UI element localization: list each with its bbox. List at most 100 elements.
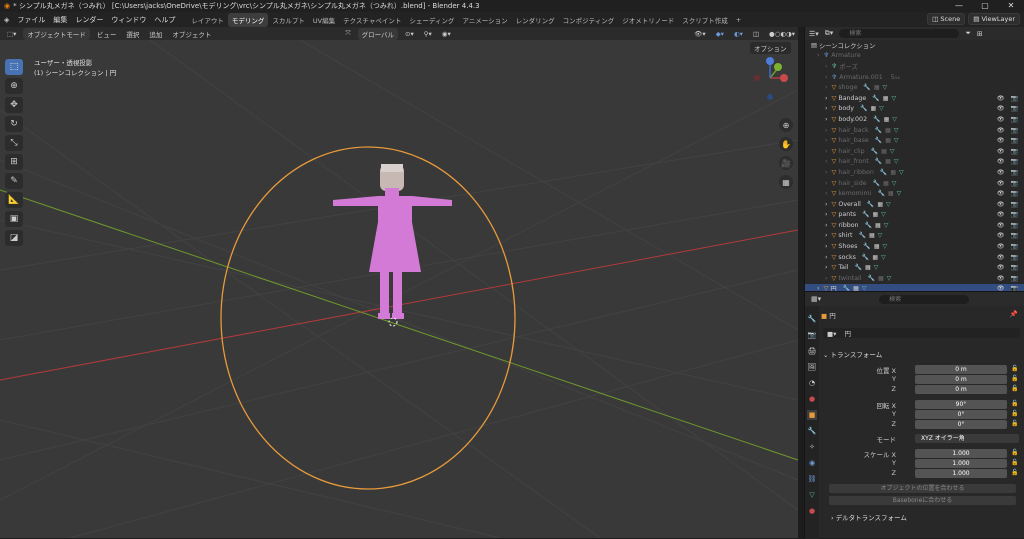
menu-select[interactable]: 選択: [123, 29, 142, 39]
scene-tab-icon[interactable]: ◔: [807, 378, 817, 388]
camera-render-icon[interactable]: 📷: [1011, 116, 1018, 123]
camera-render-icon[interactable]: 📷: [1011, 148, 1018, 155]
tool-tab-icon[interactable]: 🔧: [807, 314, 817, 324]
annotate-icon[interactable]: ✎: [5, 173, 23, 189]
orientation-dropdown[interactable]: グローバル: [357, 27, 399, 40]
outliner-row[interactable]: › ▽ Overall 🔧 ▦ ▽ 👁 📷: [805, 199, 1024, 210]
eye-icon[interactable]: 👁: [997, 105, 1005, 112]
lock-icon[interactable]: 🔓: [1011, 420, 1018, 427]
outliner-row[interactable]: › ▽ hair_ribbon 🔧 ▦ ▽ 👁 📷: [805, 167, 1024, 178]
outliner-row[interactable]: › ▽ hair_clip 🔧 ▦ ▽ 👁 📷: [805, 146, 1024, 157]
outliner-row[interactable]: › ♆ Armature.001 5₁₄: [805, 72, 1024, 83]
camera-icon[interactable]: 🎥: [779, 156, 793, 170]
add-workspace-button[interactable]: +: [732, 14, 745, 26]
menu-help[interactable]: ヘルプ: [150, 15, 179, 25]
camera-render-icon[interactable]: 📷: [1011, 211, 1018, 218]
tab-geometry-nodes[interactable]: ジオメトリノード: [618, 13, 678, 27]
tab-layout[interactable]: レイアウト: [187, 13, 228, 27]
particles-tab-icon[interactable]: ✧: [807, 442, 817, 452]
lock-icon[interactable]: 🔓: [1011, 469, 1018, 476]
outliner-row[interactable]: › ▽ socks 🔧 ▦ ▽ 👁 📷: [805, 252, 1024, 263]
expand-chevron-icon[interactable]: ›: [825, 201, 828, 208]
view-layer-tab-icon[interactable]: 🖼: [807, 362, 817, 372]
rotation-y-field[interactable]: 0°: [915, 410, 1007, 419]
expand-chevron-icon[interactable]: ›: [825, 148, 828, 155]
location-x-field[interactable]: 0 m: [915, 365, 1007, 374]
outliner-row[interactable]: › ▽ pants 🔧 ▦ ▽ 👁 📷: [805, 210, 1024, 221]
eye-icon[interactable]: 👁: [997, 95, 1005, 102]
menu-edit[interactable]: 編集: [49, 15, 71, 25]
expand-chevron-icon[interactable]: ›: [825, 190, 828, 197]
transform-header[interactable]: ⌄ トランスフォーム: [823, 349, 882, 359]
eye-icon[interactable]: 👁: [997, 201, 1005, 208]
expand-chevron-icon[interactable]: ›: [825, 169, 828, 176]
scale-icon[interactable]: ⤡: [5, 135, 23, 151]
blender-menu-icon[interactable]: ◈: [0, 16, 13, 24]
eye-icon[interactable]: 👁: [997, 190, 1005, 197]
camera-render-icon[interactable]: 📷: [1011, 254, 1018, 261]
expand-chevron-icon[interactable]: ›: [825, 63, 828, 70]
expand-chevron-icon[interactable]: ›: [825, 264, 828, 271]
minimize-button[interactable]: —: [946, 0, 972, 12]
rotate-icon[interactable]: ↻: [5, 116, 23, 132]
match-basebone-button[interactable]: Baseboneに合わせる: [829, 496, 1016, 505]
orientation-icon[interactable]: ⤧: [342, 29, 353, 38]
tab-sculpt[interactable]: スカルプト: [268, 13, 309, 27]
expand-chevron-icon[interactable]: ›: [817, 52, 820, 59]
select-box-icon[interactable]: ⬚: [5, 59, 23, 75]
tab-animation[interactable]: アニメーション: [458, 13, 511, 27]
outliner-row[interactable]: › ▽ Bandage 🔧 ▦ ▽ 👁 📷: [805, 93, 1024, 104]
expand-chevron-icon[interactable]: ›: [825, 95, 828, 102]
location-z-field[interactable]: 0 m: [915, 385, 1007, 394]
mode-dropdown[interactable]: オブジェクトモード: [23, 27, 90, 40]
camera-render-icon[interactable]: 📷: [1011, 232, 1018, 239]
rotation-z-field[interactable]: 0°: [915, 420, 1007, 429]
move-icon[interactable]: ✥: [5, 97, 23, 113]
expand-chevron-icon[interactable]: ›: [825, 222, 828, 229]
eye-icon[interactable]: 👁: [997, 127, 1005, 134]
eye-icon[interactable]: 👁: [997, 232, 1005, 239]
tab-modeling[interactable]: モデリング: [227, 12, 269, 27]
camera-render-icon[interactable]: 📷: [1011, 264, 1018, 271]
outliner-row[interactable]: › ▽ hair_side 🔧 ▦ ▽ 👁 📷: [805, 178, 1024, 189]
outliner-row[interactable]: › ▽ shirt 🔧 ▦ ▽ 👁 📷: [805, 231, 1024, 242]
filter-funnel-icon[interactable]: ⏷: [965, 29, 971, 38]
new-collection-icon[interactable]: ⊞: [977, 30, 983, 38]
expand-chevron-icon[interactable]: ›: [825, 254, 828, 261]
menu-view[interactable]: ビュー: [94, 29, 120, 39]
proportional-icon[interactable]: ◉▾: [439, 30, 454, 38]
expand-chevron-icon[interactable]: ›: [825, 116, 828, 123]
camera-render-icon[interactable]: 📷: [1011, 137, 1018, 144]
menu-file[interactable]: ファイル: [13, 15, 49, 25]
camera-render-icon[interactable]: 📷: [1011, 95, 1018, 102]
scene-selector[interactable]: ◫ Scene: [927, 13, 966, 25]
overlay-icon[interactable]: ◐▾: [731, 30, 746, 38]
expand-chevron-icon[interactable]: ›: [825, 243, 828, 250]
measure-icon[interactable]: 📐: [5, 192, 23, 208]
eye-icon[interactable]: 👁: [997, 148, 1005, 155]
camera-render-icon[interactable]: 📷: [1011, 180, 1018, 187]
scale-y-field[interactable]: 1.000: [915, 459, 1007, 468]
snap-icon[interactable]: ⚲▾: [421, 30, 435, 38]
lock-icon[interactable]: 🔓: [1011, 375, 1018, 382]
output-tab-icon[interactable]: 🖨: [807, 346, 817, 356]
constraints-tab-icon[interactable]: ⛓: [807, 474, 817, 484]
visibility-icon[interactable]: 👁▾: [691, 30, 709, 38]
rotation-x-field[interactable]: 90°: [915, 400, 1007, 409]
outliner-row[interactable]: › ♆ ポーズ: [805, 61, 1024, 72]
expand-chevron-icon[interactable]: ›: [825, 137, 828, 144]
viewlayer-selector[interactable]: ▤ ViewLayer: [968, 13, 1020, 25]
menu-object[interactable]: オブジェクト: [169, 29, 214, 39]
location-y-field[interactable]: 0 m: [915, 375, 1007, 384]
menu-render[interactable]: レンダー: [71, 15, 107, 25]
data-tab-icon[interactable]: ▽: [807, 490, 817, 500]
rotation-mode-dropdown[interactable]: XYZ オイラー角: [915, 434, 1019, 443]
expand-chevron-icon[interactable]: ›: [825, 211, 828, 218]
outliner-row[interactable]: › ♆ Armature: [805, 51, 1024, 62]
world-tab-icon[interactable]: ●: [807, 394, 817, 404]
physics-tab-icon[interactable]: ◉: [807, 458, 817, 468]
expand-chevron-icon[interactable]: ›: [825, 275, 828, 282]
shading-solid-icon[interactable]: ●○◐◑▾: [766, 30, 798, 38]
outliner-row[interactable]: › ▽ twintail 🔧 ▦ ▽ 👁 📷: [805, 273, 1024, 284]
outliner-search-input[interactable]: 検索: [839, 29, 960, 38]
